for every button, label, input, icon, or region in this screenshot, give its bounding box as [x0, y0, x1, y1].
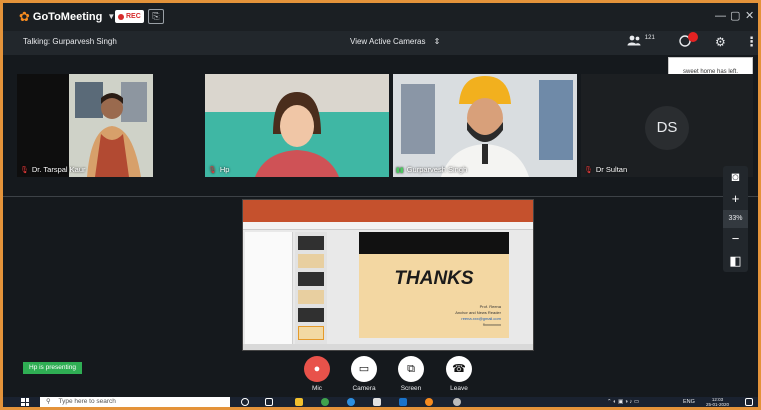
participant-name: Hp — [219, 165, 230, 174]
store-icon[interactable] — [373, 398, 381, 406]
app-logo[interactable]: ✿ GoToMeeting ▼ — [19, 10, 115, 23]
zoom-panel: ◙ + 33% − ◧ — [723, 166, 748, 272]
app-statusbar — [243, 344, 533, 350]
rec-label: REC — [126, 13, 141, 20]
slide-thumbnails — [295, 232, 327, 344]
talking-indicator: Talking: Gurparvesh Singh — [23, 37, 117, 46]
video-tile-tarspal[interactable]: 🎙︎ Dr. Tarspal Kaur — [17, 74, 153, 177]
mic-button[interactable]: ● Mic — [299, 356, 335, 392]
zoom-out-button[interactable]: − — [723, 228, 748, 250]
presenting-banner: Hp is presenting — [23, 362, 82, 374]
app-ribbon — [243, 200, 533, 222]
meeting-window: ✿ GoToMeeting ▼ REC ⎘ — ▢ ✕ Talking: Gur… — [3, 3, 758, 407]
video-tile-gurparvesh[interactable]: ▮▮ Gurparvesh Singh — [393, 74, 577, 177]
slide-canvas: THANKS Prof. Reena Anchor and News Reade… — [359, 232, 509, 338]
notification-dot — [688, 32, 698, 42]
outline-pane — [245, 232, 293, 344]
participant-name: Dr Sultan — [595, 165, 628, 174]
screen-button[interactable]: ⧉ Screen — [393, 356, 429, 392]
video-tile-sultan[interactable]: DS 🎙︎ Dr Sultan — [581, 74, 753, 177]
microphone-icon: ● — [304, 356, 330, 382]
gear-icon[interactable]: ⚙ — [715, 35, 726, 49]
avatar-initials: DS — [656, 119, 678, 136]
mic-muted-icon: 🎙︎ — [584, 166, 593, 174]
participant-label: ▮▮ Gurparvesh Singh — [396, 165, 467, 174]
participant-label: 🎙︎ Dr. Tarspal Kaur — [20, 165, 86, 174]
search-icon: ⚲ — [46, 398, 51, 405]
system-tray-icons[interactable]: ⌃ ◐ ▣ ◑ ♪ ▭ — [607, 398, 639, 406]
video-tile-hp[interactable]: 🎙︎ Hp — [205, 74, 389, 177]
ribbon-tools — [243, 222, 533, 230]
shared-screen[interactable]: THANKS Prof. Reena Anchor and News Reade… — [242, 199, 534, 351]
windows-taskbar: ⚲ Type here to search ⌃ ◐ ▣ ◑ ♪ ▭ ENG 12… — [3, 397, 758, 407]
record-dot-icon — [118, 13, 124, 20]
camera-button[interactable]: ▭ Camera — [346, 356, 382, 392]
chrome-icon[interactable] — [321, 398, 329, 406]
more-options-icon[interactable]: ⋮ — [745, 34, 758, 50]
status-bar: Talking: Gurparvesh Singh View Active Ca… — [3, 31, 758, 55]
minimize-button[interactable]: — — [715, 10, 726, 22]
camera-icon: ▭ — [351, 356, 377, 382]
task-view-icon[interactable] — [265, 398, 273, 406]
title-bar: ✿ GoToMeeting ▼ REC ⎘ — ▢ ✕ — [3, 3, 758, 31]
chat-button[interactable] — [679, 32, 698, 49]
participant-name: Gurparvesh Singh — [406, 165, 468, 174]
language-indicator[interactable]: ENG — [683, 398, 695, 406]
snapshot-camera-icon[interactable]: ◙ — [723, 166, 748, 188]
mic-label: Mic — [311, 385, 323, 392]
search-placeholder: Type here to search — [58, 398, 116, 405]
phone-hangup-icon: ☎ — [446, 356, 472, 382]
windows-start-icon[interactable] — [21, 398, 29, 406]
screen-label: Screen — [400, 385, 422, 392]
logo-flower-icon: ✿ — [19, 9, 30, 24]
settings-taskbar-icon[interactable] — [453, 398, 461, 406]
camera-label: Camera — [352, 385, 376, 392]
taskbar-search-input[interactable]: ⚲ Type here to search — [40, 397, 230, 407]
participant-name: Dr. Tarspal Kaur — [31, 165, 86, 174]
clipboard-icon[interactable]: ⎘ — [148, 9, 164, 24]
gotomeeting-taskbar-icon[interactable] — [425, 398, 433, 406]
mic-active-icon: ▮▮ — [396, 166, 404, 174]
close-button[interactable]: ✕ — [745, 10, 754, 22]
edge-icon[interactable] — [347, 398, 355, 406]
participant-video — [393, 74, 577, 177]
participant-label: 🎙︎ Dr Sultan — [584, 165, 627, 174]
participant-avatar: DS — [645, 106, 689, 150]
zoom-in-button[interactable]: + — [723, 188, 748, 210]
divider — [3, 196, 758, 197]
mail-icon[interactable] — [399, 398, 407, 406]
attendees-button[interactable]: 121 — [627, 35, 655, 46]
maximize-button[interactable]: ▢ — [730, 10, 740, 22]
fit-screen-icon[interactable]: ◧ — [723, 250, 748, 272]
people-icon — [627, 35, 641, 46]
zoom-level: 33% — [723, 210, 748, 228]
slide-title: THANKS — [394, 268, 474, 289]
presenter-phone: 9xxxxxxxx — [482, 322, 501, 327]
mic-muted-icon: 🎙︎ — [20, 166, 29, 174]
cortana-icon[interactable] — [241, 398, 249, 406]
leave-button[interactable]: ☎ Leave — [441, 356, 477, 392]
participant-video — [69, 74, 153, 177]
participant-video — [205, 74, 389, 177]
recording-badge[interactable]: REC — [115, 10, 144, 23]
participant-label: 🎙︎ Hp — [208, 165, 229, 174]
attendee-count: 121 — [644, 35, 655, 41]
leave-label: Leave — [450, 385, 468, 392]
view-mode-label: View Active Cameras — [350, 37, 426, 46]
notification-center-icon[interactable] — [745, 398, 753, 406]
clock[interactable]: 12:03 25-01-2020 — [706, 397, 729, 407]
presenter-info: Prof. Reena Anchor and News Reader reena… — [455, 304, 501, 328]
clock-date: 25-01-2020 — [706, 402, 730, 407]
app-name: GoToMeeting — [32, 10, 103, 23]
file-explorer-icon[interactable] — [295, 398, 303, 406]
screen-share-icon: ⧉ — [398, 356, 424, 382]
chevron-updown-icon: ⇕ — [433, 37, 441, 46]
view-mode-select[interactable]: View Active Cameras ⇕ — [350, 37, 440, 46]
mic-muted-icon: 🎙︎ — [208, 166, 217, 174]
slide-header-bar — [359, 232, 509, 254]
